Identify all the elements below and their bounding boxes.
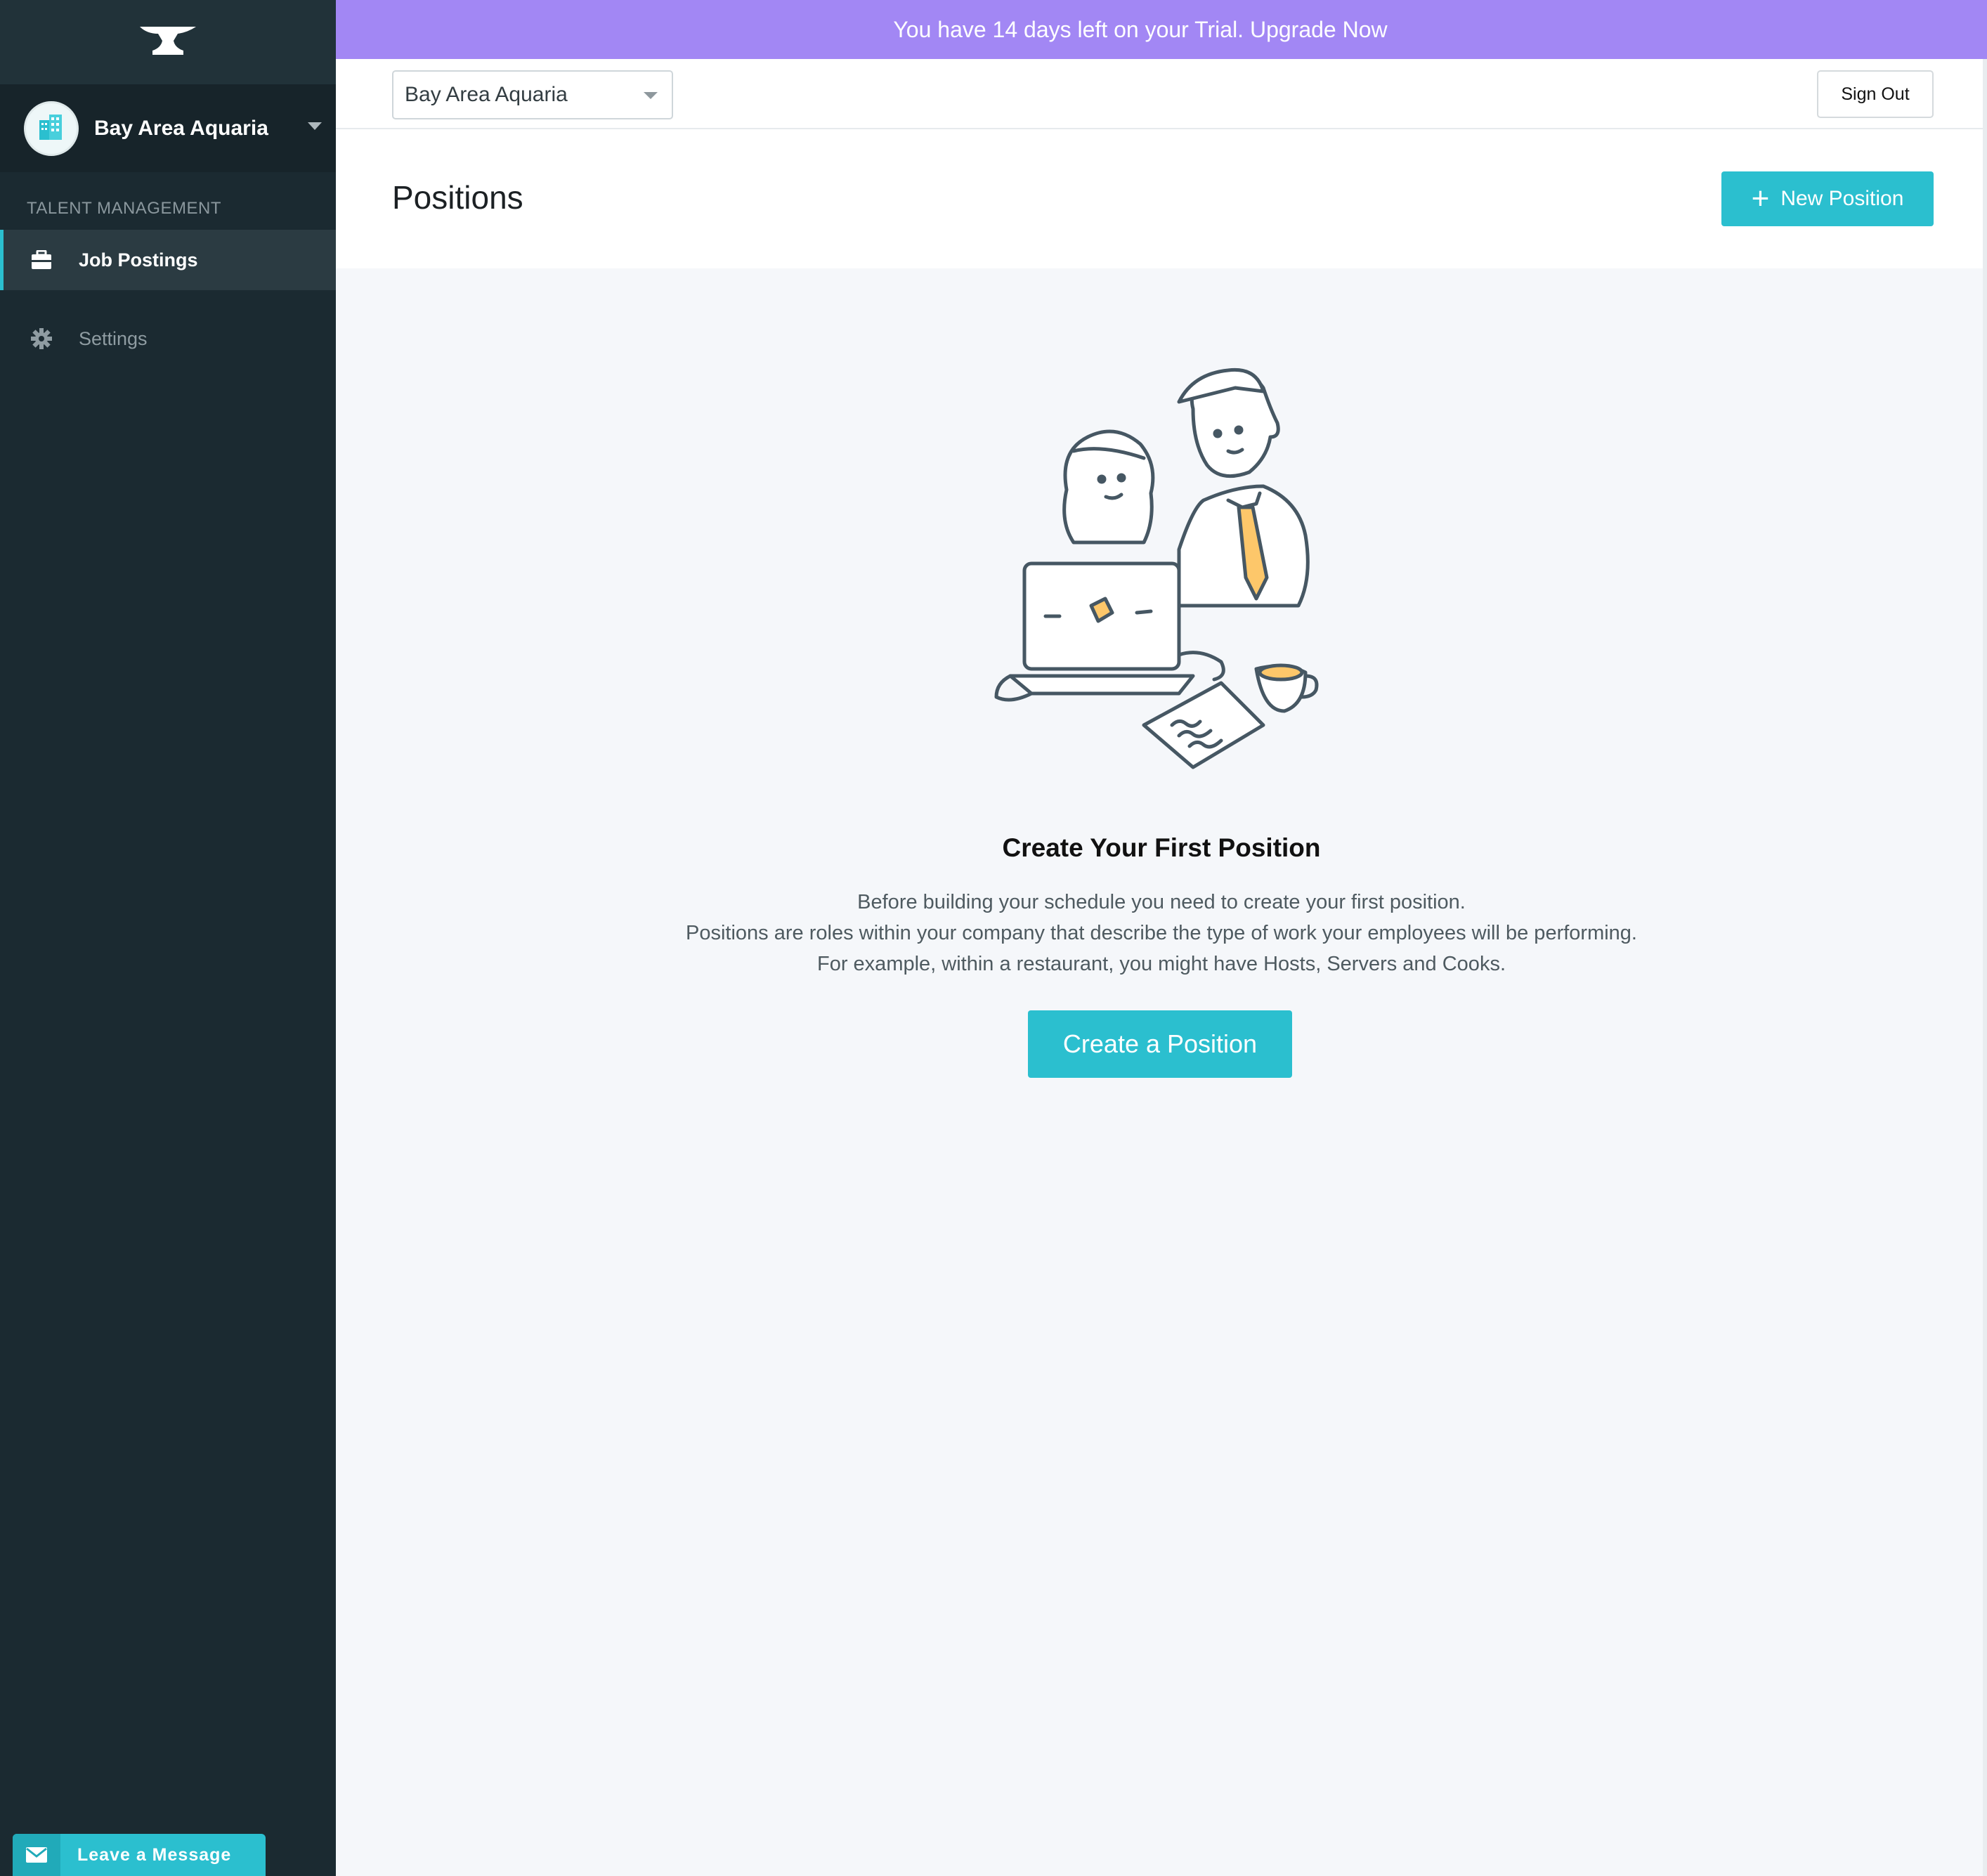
- leave-message-label: Leave a Message: [77, 1844, 232, 1865]
- trial-banner[interactable]: You have 14 days left on your Trial. Upg…: [336, 0, 1987, 59]
- page-title: Positions: [392, 179, 523, 216]
- sidebar-logo-area: [0, 0, 336, 84]
- scrollbar-track[interactable]: [1983, 59, 1987, 1876]
- briefcase-icon: [30, 248, 53, 272]
- empty-state-line: Positions are roles within your company …: [686, 922, 1637, 944]
- mail-icon: [13, 1834, 60, 1876]
- chevron-down-icon: [644, 92, 658, 99]
- create-position-button[interactable]: Create a Position: [1028, 1010, 1292, 1078]
- new-position-label: New Position: [1780, 187, 1904, 210]
- gear-icon: [30, 327, 53, 351]
- building-icon: [35, 110, 67, 146]
- empty-state-line: Before building your schedule you need t…: [857, 891, 1466, 913]
- account-switcher[interactable]: Bay Area Aquaria: [0, 84, 336, 172]
- page-header: Positions + New Position: [336, 129, 1987, 268]
- main-content: You have 14 days left on your Trial. Upg…: [336, 0, 1987, 1876]
- leave-message-button[interactable]: Leave a Message: [13, 1834, 266, 1876]
- location-select-value: Bay Area Aquaria: [405, 83, 568, 106]
- sidebar: Bay Area Aquaria TALENT MANAGEMENT Job P…: [0, 0, 336, 1876]
- new-position-button[interactable]: + New Position: [1721, 171, 1934, 226]
- anvil-logo-icon[interactable]: [138, 24, 197, 61]
- section-title: TALENT MANAGEMENT: [27, 199, 221, 218]
- empty-state-title: Create Your First Position: [1002, 833, 1321, 862]
- company-avatar: [24, 100, 79, 156]
- sidebar-item-settings[interactable]: Settings: [0, 308, 336, 369]
- plus-icon: +: [1751, 181, 1770, 216]
- empty-state-line: For example, within a restaurant, you mi…: [817, 953, 1506, 975]
- sidebar-item-label: Settings: [79, 327, 148, 349]
- sidebar-item-label: Job Postings: [79, 249, 198, 271]
- location-select[interactable]: Bay Area Aquaria: [392, 70, 673, 119]
- chevron-down-icon[interactable]: [308, 122, 322, 130]
- top-bar: Bay Area Aquaria Sign Out: [336, 59, 1987, 129]
- sign-out-button[interactable]: Sign Out: [1817, 70, 1934, 118]
- account-name: Bay Area Aquaria: [94, 116, 268, 140]
- coworkers-laptop-illustration: [968, 367, 1460, 788]
- sidebar-item-job-postings[interactable]: Job Postings: [0, 230, 336, 290]
- empty-state-description: Before building your schedule you need t…: [336, 887, 1987, 979]
